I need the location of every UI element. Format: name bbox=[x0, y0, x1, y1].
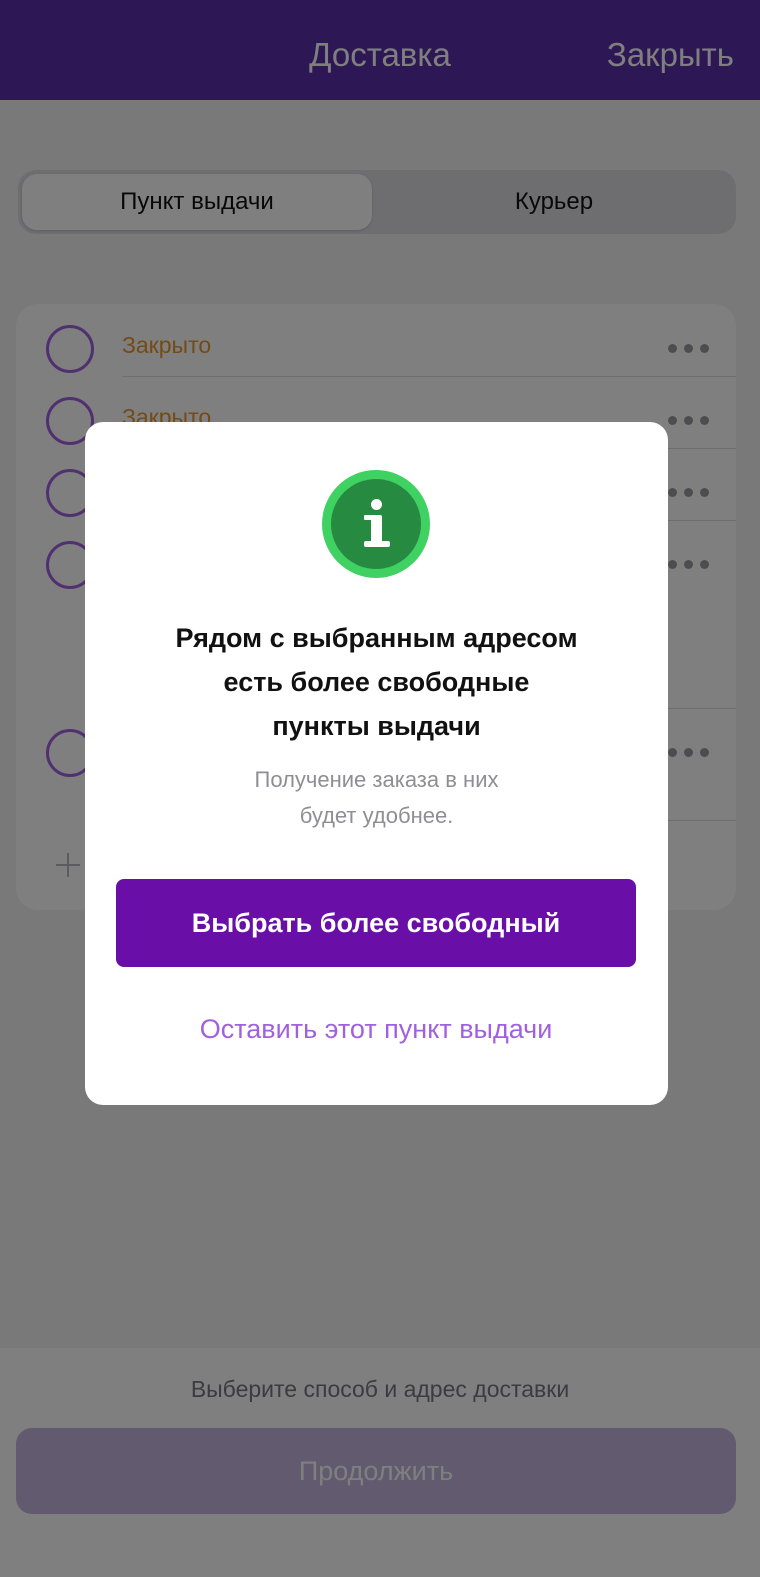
dialog-subtitle-line: Получение заказа в них bbox=[254, 767, 499, 792]
info-icon bbox=[322, 470, 430, 578]
dialog-title-line: пункты выдачи bbox=[272, 711, 481, 741]
dialog-subtitle-line: будет удобнее. bbox=[299, 803, 454, 828]
suggestion-dialog: Рядом с выбранным адресом есть более сво… bbox=[85, 422, 668, 1105]
keep-pickup-point-link[interactable]: Оставить этот пункт выдачи bbox=[116, 1007, 636, 1051]
dialog-title-line: Рядом с выбранным адресом bbox=[175, 623, 578, 653]
choose-less-busy-button[interactable]: Выбрать более свободный bbox=[116, 879, 636, 967]
dialog-title-line: есть более свободные bbox=[223, 667, 530, 697]
